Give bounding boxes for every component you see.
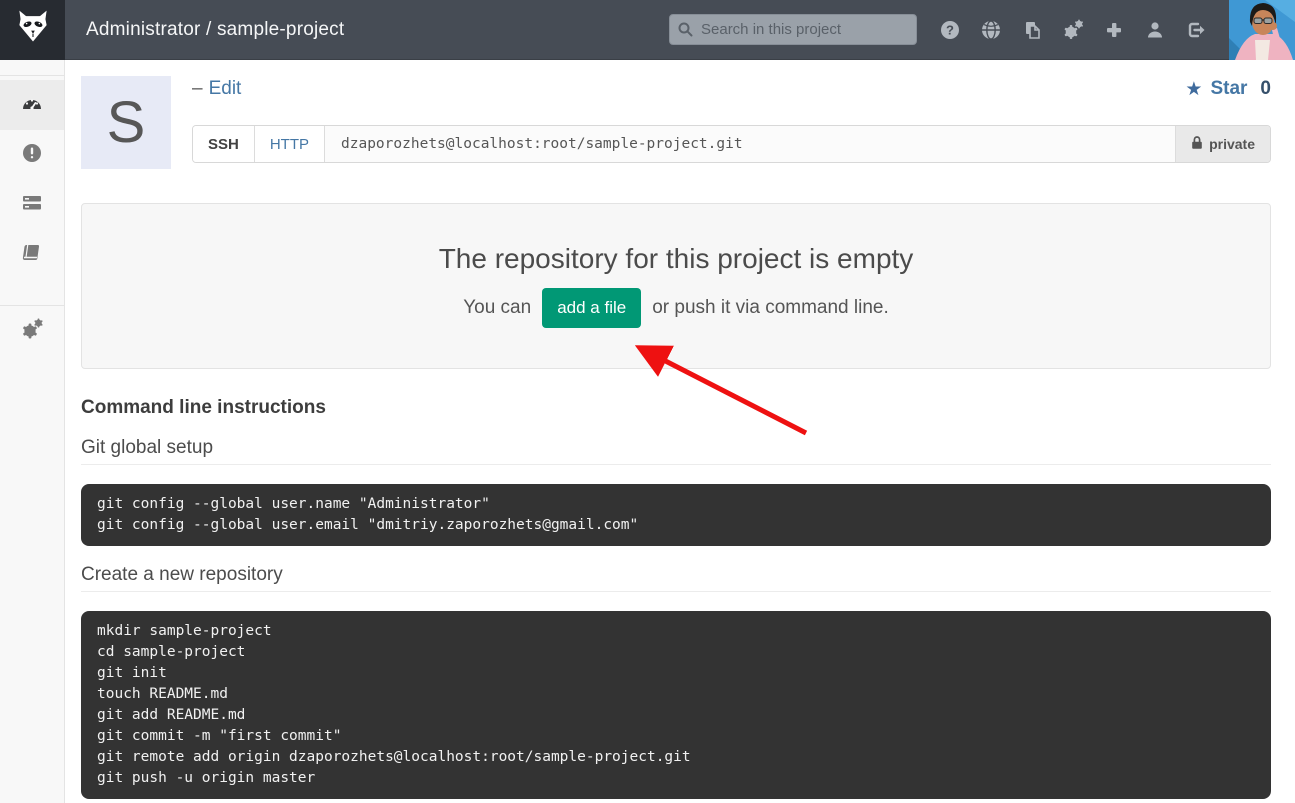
admin-gears-icon[interactable] bbox=[1052, 10, 1093, 50]
git-global-setup-heading: Git global setup bbox=[81, 437, 1271, 465]
search-box bbox=[669, 14, 917, 45]
edit-link[interactable]: Edit bbox=[209, 78, 242, 100]
star-button[interactable]: ★ Star 0 bbox=[1185, 78, 1271, 101]
project-avatar[interactable]: S bbox=[81, 76, 171, 169]
star-count[interactable]: 0 bbox=[1260, 78, 1271, 100]
search-input[interactable] bbox=[669, 14, 917, 45]
svg-text:?: ? bbox=[946, 22, 954, 37]
book-icon bbox=[22, 243, 42, 268]
sidebar-item-issues[interactable] bbox=[0, 130, 64, 180]
cli-instructions-heading: Command line instructions bbox=[81, 397, 1271, 419]
clone-url-field[interactable]: dzaporozhets@localhost:root/sample-proje… bbox=[324, 126, 1175, 162]
ssh-protocol-button[interactable]: SSH bbox=[193, 126, 254, 162]
globe-icon[interactable] bbox=[970, 10, 1011, 50]
fox-logo-icon bbox=[13, 7, 53, 52]
main-content: S – Edit ★ Star 0 SSH HTTP dzaporozhets@… bbox=[65, 60, 1295, 803]
create-repository-heading: Create a new repository bbox=[81, 564, 1271, 592]
user-icon[interactable] bbox=[1134, 10, 1175, 50]
gitlab-project-page: Administrator / sample-project ? bbox=[0, 0, 1295, 803]
empty-repo-pretext: You can bbox=[463, 297, 531, 319]
compact-sidebar bbox=[0, 60, 65, 803]
exclamation-circle-icon bbox=[22, 143, 42, 168]
visibility-badge: private bbox=[1175, 126, 1270, 162]
empty-repo-posttext: or push it via command line. bbox=[652, 297, 889, 319]
empty-repo-title: The repository for this project is empty bbox=[82, 243, 1270, 275]
star-label: Star bbox=[1210, 78, 1247, 100]
git-global-setup-code: git config --global user.name "Administr… bbox=[81, 484, 1271, 546]
sidebar-item-wiki[interactable] bbox=[0, 230, 64, 280]
sign-out-icon[interactable] bbox=[1175, 10, 1216, 50]
star-icon: ★ bbox=[1185, 78, 1202, 101]
edit-dash: – bbox=[192, 78, 203, 100]
empty-repository-panel: The repository for this project is empty… bbox=[81, 203, 1271, 369]
list-bars-icon bbox=[22, 194, 42, 217]
plus-icon[interactable] bbox=[1093, 10, 1134, 50]
add-file-button[interactable]: add a file bbox=[542, 288, 641, 328]
sidebar-item-project-home[interactable] bbox=[0, 80, 64, 130]
user-avatar[interactable] bbox=[1229, 0, 1295, 60]
copy-icon[interactable] bbox=[1011, 10, 1052, 50]
gears-icon bbox=[20, 317, 44, 346]
help-icon[interactable]: ? bbox=[929, 10, 970, 50]
gitlab-logo[interactable] bbox=[0, 0, 65, 60]
page-title: Administrator / sample-project bbox=[86, 19, 344, 41]
gauge-icon bbox=[21, 93, 43, 118]
create-repository-code: mkdir sample-project cd sample-project g… bbox=[81, 611, 1271, 799]
empty-repo-subtext: You can add a file or push it via comman… bbox=[82, 288, 1270, 328]
sidebar-item-activity[interactable] bbox=[0, 180, 64, 230]
http-protocol-button[interactable]: HTTP bbox=[254, 126, 324, 162]
visibility-label: private bbox=[1209, 136, 1255, 152]
lock-icon bbox=[1191, 135, 1203, 153]
sidebar-item-settings[interactable] bbox=[0, 306, 64, 356]
app-header: Administrator / sample-project ? bbox=[0, 0, 1295, 60]
clone-url-bar: SSH HTTP dzaporozhets@localhost:root/sam… bbox=[192, 125, 1271, 163]
header-nav: ? bbox=[929, 10, 1216, 50]
project-header: S – Edit ★ Star 0 SSH HTTP dzaporozhets@… bbox=[81, 76, 1271, 169]
